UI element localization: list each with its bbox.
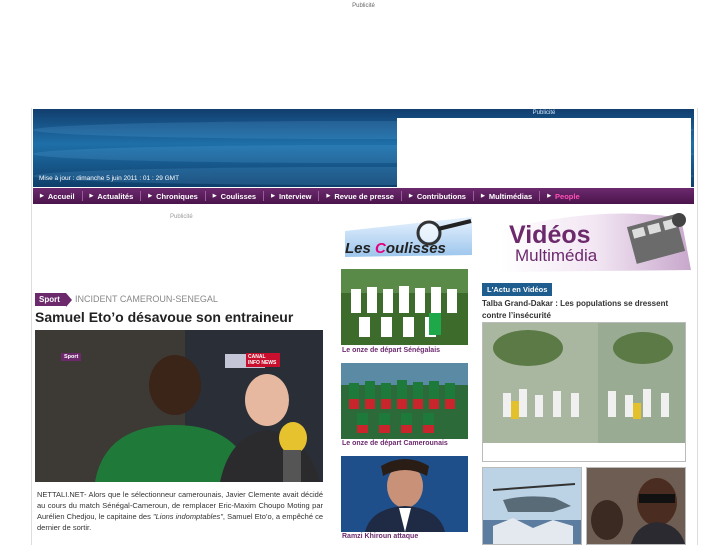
nav-item-coulisses[interactable]: ▶ Coulisses (213, 192, 256, 201)
nav-item-actualites[interactable]: ▶ Actualités (90, 192, 134, 201)
videos-logo-subtitle: Multimédia (515, 246, 598, 265)
coulisses-caption-2[interactable]: Le onze de départ Camerounais (342, 440, 448, 447)
nav-item-interview[interactable]: ▶ Interview (271, 192, 311, 201)
coulisses-logo[interactable]: Les Coulisses (341, 213, 476, 260)
triangle-right-icon: ▶ (480, 193, 485, 199)
video-player[interactable] (482, 322, 686, 462)
nav-separator (81, 191, 83, 201)
article-headline[interactable]: Samuel Eto’o désavoue son entraineur (35, 309, 293, 325)
nav-item-chroniques[interactable]: ▶ Chroniques (148, 192, 198, 201)
nav-item-people[interactable]: ▶ People (547, 192, 579, 201)
videos-logo-title: Vidéos (509, 221, 591, 249)
photo-sport-tag: Sport (61, 353, 82, 361)
top-ad-label: Publicité (352, 3, 375, 9)
video-thumb-helicopter[interactable] (482, 467, 582, 545)
nav-separator (204, 191, 206, 201)
article-photo[interactable]: Sport CANAL INFO NEWS (35, 330, 323, 482)
coulisses-thumb-2[interactable] (341, 363, 468, 439)
nav-item-accueil[interactable]: ▶ Accueil (40, 192, 75, 201)
nav-item-multimedias[interactable]: ▶ Multimédias (481, 192, 532, 201)
tv-logo: CANAL INFO NEWS (246, 353, 280, 367)
triangle-right-icon: ▶ (89, 193, 94, 199)
banner-ad-slot[interactable] (397, 118, 691, 187)
coulisses-caption-3[interactable]: Ramzi Khiroun attaque (342, 533, 418, 540)
nav-separator (472, 191, 474, 201)
triangle-right-icon: ▶ (408, 193, 413, 199)
main-nav: ▶ Accueil ▶ Actualités ▶ Chroniques ▶ Coulis… (33, 188, 694, 204)
update-timestamp: Mise à jour : dimanche 5 juin 2011 : 01 … (39, 175, 180, 182)
coulisses-thumb-3[interactable] (341, 456, 468, 532)
triangle-right-icon: ▶ (547, 193, 552, 199)
triangle-right-icon: ▶ (326, 193, 331, 199)
nav-separator (318, 191, 320, 201)
nav-separator (400, 191, 402, 201)
coulisses-caption-1[interactable]: Le onze de départ Sénégalais (342, 347, 440, 354)
actu-videos-tag[interactable]: L'Actu en Vidéos (482, 283, 553, 296)
video-thumb-portrait[interactable] (586, 467, 686, 545)
videos-multimedia-logo[interactable]: Vidéos Multimédia (481, 210, 696, 275)
nav-separator (263, 191, 265, 201)
triangle-right-icon: ▶ (271, 193, 275, 199)
article-text: NETTALI.NET- Alors que le sélectionneur … (37, 490, 324, 532)
triangle-right-icon: ▶ (148, 193, 153, 199)
article-kicker: INCIDENT CAMEROUN-SENEGAL (75, 294, 218, 304)
nav-separator (140, 191, 142, 201)
nav-item-revue-de-presse[interactable]: ▶ Revue de presse (326, 192, 393, 201)
coulisses-thumb-1[interactable] (341, 269, 468, 345)
content-ad-label: Publicité (170, 214, 193, 220)
nav-separator (539, 191, 541, 201)
video-title[interactable]: Talba Grand-Dakar : Les populations se d… (482, 298, 687, 322)
triangle-right-icon: ▶ (212, 193, 217, 199)
section-tag-sport[interactable]: Sport (35, 293, 72, 307)
nav-item-contributions[interactable]: ▶ Contributions (409, 192, 466, 201)
banner-ad-label: Publicité (532, 110, 556, 116)
triangle-right-icon: ▶ (40, 193, 44, 199)
